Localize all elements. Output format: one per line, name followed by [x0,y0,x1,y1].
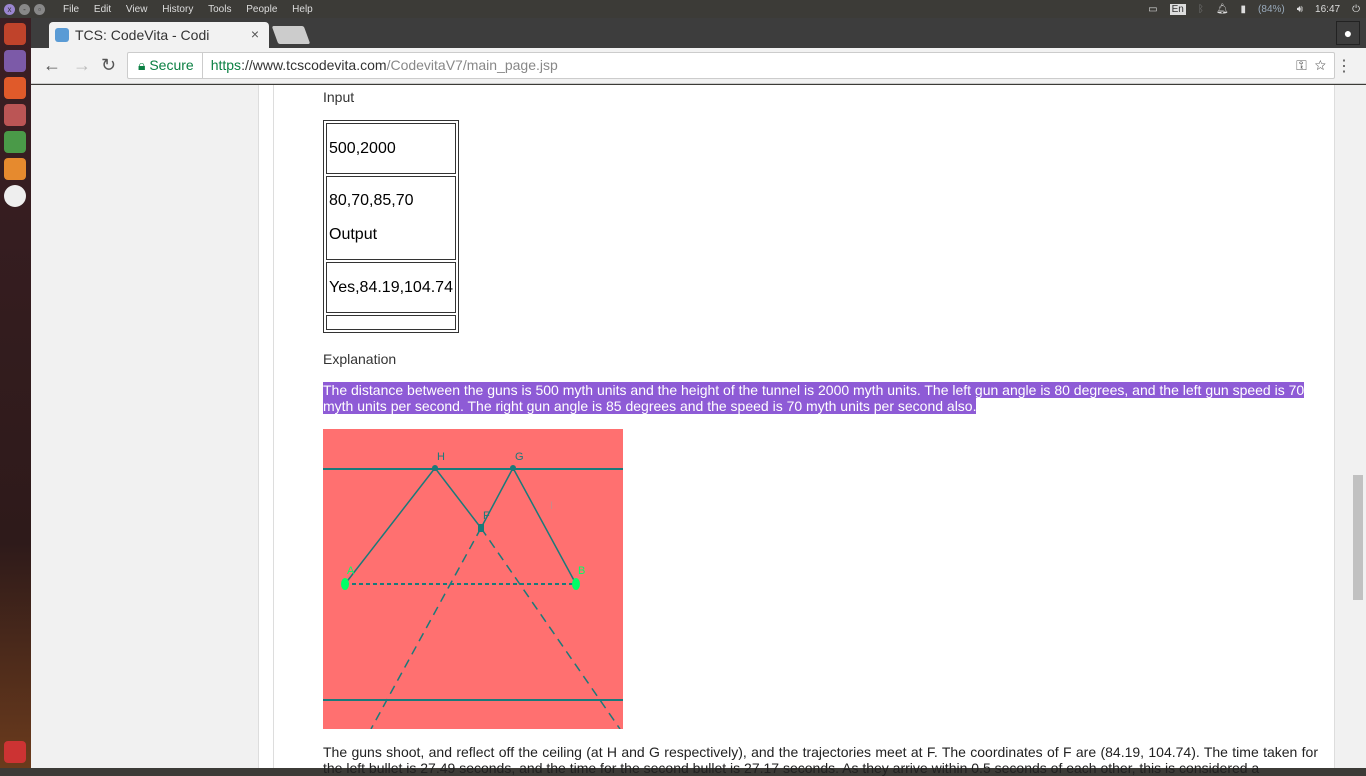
disk-usage-icon[interactable] [4,185,26,207]
output-label: Output [329,226,378,243]
url-scheme: https [210,57,242,73]
notification-bell-icon[interactable]: 🔔︎ [1216,4,1229,15]
keyboard-indicator[interactable]: En [1169,3,1186,15]
menu-help[interactable]: Help [292,4,313,15]
menu-dots-icon[interactable]: ⋮ [1336,56,1352,76]
menu-people[interactable]: People [246,4,277,15]
menu-file[interactable]: File [63,4,79,15]
files-icon[interactable] [4,50,26,72]
maximize-window-button[interactable]: ▫ [34,3,45,15]
close-tab-icon[interactable]: × [251,26,259,42]
power-icon[interactable]: ⏻ [1352,4,1360,15]
explanation-text: The distance between the guns is 500 myt… [323,382,1318,414]
menu-view[interactable]: View [126,4,148,15]
label-i: I [550,500,553,512]
back-icon[interactable]: ← [43,55,61,76]
point-h [432,465,438,471]
firefox-icon[interactable] [4,77,26,99]
label-h: H [437,451,445,463]
battery-icon[interactable]: ▮ [1241,4,1247,15]
new-tab-button[interactable] [271,26,311,44]
point-b [572,578,580,590]
menu-history[interactable]: History [162,4,193,15]
close-window-button[interactable]: x [4,3,15,15]
table-cell: 500,2000 [326,123,456,174]
point-g [510,465,516,471]
label-b: B [578,565,585,577]
menu-edit[interactable]: Edit [94,4,111,15]
trash-icon[interactable] [4,741,26,763]
table-cell [326,315,456,330]
label-f: F [483,510,490,522]
reload-icon[interactable]: ↻ [101,55,116,76]
scrollbar-thumb[interactable] [1353,475,1363,600]
lock-icon: 🔒︎ [138,57,150,73]
io-table: 500,2000 80,70,85,70 Output Yes,84.19,104… [323,120,459,333]
key-icon star-icon[interactable]: ⚿ ☆ [1296,53,1326,78]
clock[interactable]: 16:47 [1315,4,1340,15]
battery-percent: (84%) [1258,3,1285,15]
explanation-label: Explanation [323,351,397,367]
highlighted-text: The distance between the guns is 500 myt… [323,382,1305,414]
point-a [341,578,349,590]
result-paragraph: The guns shoot, and reflect off the ceil… [323,744,1318,776]
forward-icon[interactable]: → [73,55,91,76]
software-center-icon[interactable] [4,158,26,180]
label-g: G [515,451,524,463]
input-label: Input [323,89,355,105]
browser-toolbar: ← → ↻ 🔒︎ Secure https://www.tcscodevita.… [31,48,1366,84]
minimize-window-button[interactable]: - [19,3,30,15]
tab-title: TCS: CodeVita - Codi [75,27,210,43]
table-cell: Yes,84.19,104.74 [326,262,456,313]
scrollbar[interactable] [1350,85,1366,768]
address-bar[interactable]: 🔒︎ Secure https://www.tcscodevita.com/Co… [127,52,1335,79]
app-icon[interactable] [4,104,26,126]
chrome-icon[interactable] [4,131,26,153]
page-viewport [31,85,1350,768]
menu-tools[interactable]: Tools [208,4,231,15]
launcher [0,18,31,768]
tab-codevita[interactable]: TCS: CodeVita - Codi × [49,22,269,48]
ubuntu-dash-icon[interactable] [4,23,26,45]
favicon-icon [55,28,69,42]
table-cell: 80,70,85,70 Output [326,176,456,260]
system-menu-bar: x - ▫ File Edit View History Tools Peopl… [0,0,1366,18]
tab-bar: TCS: CodeVita - Codi × ● [31,18,1366,48]
network-icon[interactable]: ▭ [1148,4,1157,15]
volume-icon[interactable]: 🔊︎ [1297,4,1303,15]
input-line: 80,70,85,70 [329,192,414,209]
tunnel-diagram: H G F A B I [323,429,623,729]
point-f [478,524,484,532]
label-a: A [347,565,355,577]
bluetooth-icon[interactable]: ᛒ [1198,4,1204,15]
secure-label: Secure [149,57,194,73]
url-path: /CodevitaV7/main_page.jsp [386,57,558,73]
url-host: ://www.tcscodevita.com [241,57,387,73]
profile-icon[interactable]: ● [1336,21,1360,45]
